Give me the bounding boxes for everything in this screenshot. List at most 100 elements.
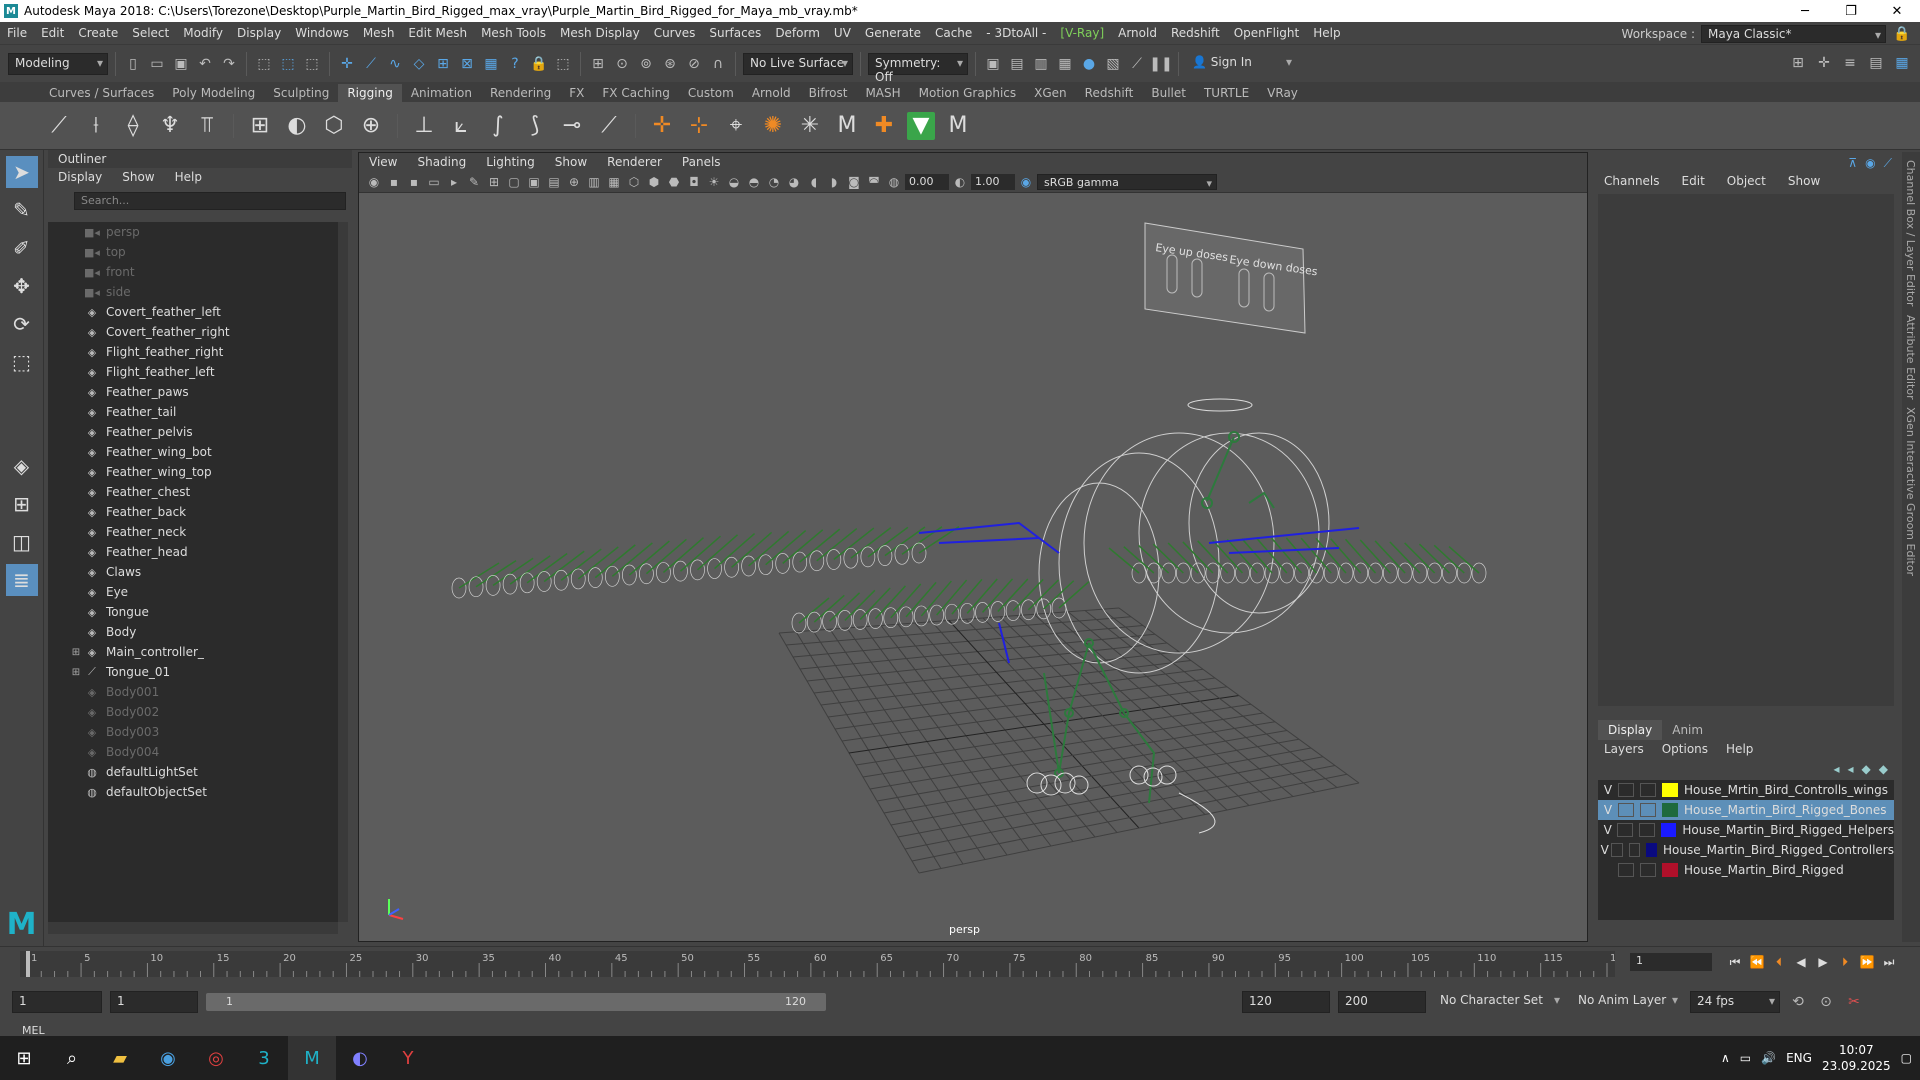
tray-arrow-icon[interactable]: ∧ bbox=[1721, 1051, 1730, 1065]
display-layer-row[interactable]: House_Martin_Bird_Rigged bbox=[1598, 860, 1894, 880]
outliner-item[interactable]: ■◂ front bbox=[48, 262, 338, 282]
layer-visibility-toggle[interactable]: V bbox=[1598, 843, 1611, 857]
chrome-icon[interactable]: ◎ bbox=[192, 1036, 240, 1080]
viewport-menu-renderer[interactable]: Renderer bbox=[607, 155, 662, 169]
channel-box-area[interactable] bbox=[1598, 194, 1894, 706]
surface-mask-icon[interactable]: ◇ bbox=[409, 54, 429, 74]
menu-item-mesh[interactable]: Mesh bbox=[356, 26, 402, 40]
new-empty-layer-icon[interactable]: ◆ bbox=[1862, 762, 1871, 776]
outliner-item[interactable]: ◈ Body003 bbox=[48, 722, 338, 742]
menu-item-arnold[interactable]: Arnold bbox=[1111, 26, 1164, 40]
viewport-menu-show[interactable]: Show bbox=[555, 155, 587, 169]
network-icon[interactable]: ▭ bbox=[1740, 1051, 1751, 1065]
resolution-gate-icon[interactable]: ▣ bbox=[525, 173, 543, 191]
locator-icon[interactable]: ✛ bbox=[648, 112, 676, 140]
menu-item-deform[interactable]: Deform bbox=[768, 26, 827, 40]
pause-icon[interactable]: ❚❚ bbox=[1149, 54, 1172, 74]
outliner-horizontal-scrollbar[interactable] bbox=[48, 922, 338, 934]
render-sequence-icon[interactable]: ▤ bbox=[1007, 54, 1027, 74]
rig-tool-icon[interactable]: ▼ bbox=[907, 111, 935, 140]
orient-constraint-icon[interactable]: ✺ bbox=[759, 112, 787, 140]
menu-item-create[interactable]: Create bbox=[71, 26, 125, 40]
render-frame-icon[interactable]: ▣ bbox=[983, 54, 1003, 74]
snap-surface-icon[interactable]: ⊘ bbox=[684, 54, 704, 74]
film-gate-icon[interactable]: ▢ bbox=[505, 173, 523, 191]
current-frame-field[interactable]: 1 bbox=[1630, 953, 1712, 971]
layer-display-type-toggle[interactable] bbox=[1640, 783, 1656, 797]
step-back-key-icon[interactable]: ⏴ bbox=[1770, 955, 1788, 970]
point-constraint-icon[interactable]: ⌖ bbox=[722, 112, 750, 140]
step-forward-key-icon[interactable]: ⏵ bbox=[1836, 955, 1854, 970]
rotate-tool-icon[interactable]: ⟳ bbox=[6, 308, 38, 340]
menu-item-edit-mesh[interactable]: Edit Mesh bbox=[401, 26, 474, 40]
wire-icon[interactable]: ⊕ bbox=[357, 112, 385, 140]
bookmarks-icon[interactable]: ▪ bbox=[405, 173, 423, 191]
lasso-tool-icon[interactable]: ✎ bbox=[6, 194, 38, 226]
layer-menu-help[interactable]: Help bbox=[1726, 742, 1753, 756]
shelf-tab-bullet[interactable]: Bullet bbox=[1142, 84, 1195, 102]
outliner-item[interactable]: ■◂ persp bbox=[48, 222, 338, 242]
channel-box-mode-icon[interactable]: ⊼ bbox=[1848, 156, 1857, 171]
layer-color-swatch[interactable] bbox=[1662, 803, 1678, 817]
volume-icon[interactable]: 🔊 bbox=[1761, 1051, 1776, 1065]
layer-color-swatch[interactable] bbox=[1662, 863, 1678, 877]
blend-shape-icon[interactable]: ⊸ bbox=[558, 112, 586, 140]
ipr-render-icon[interactable]: ▥ bbox=[1031, 54, 1051, 74]
menu-item-surfaces[interactable]: Surfaces bbox=[702, 26, 768, 40]
search-icon[interactable]: ⌕ bbox=[48, 1036, 96, 1080]
yandex-browser-icon[interactable]: Y bbox=[384, 1036, 432, 1080]
menu-item-curves[interactable]: Curves bbox=[647, 26, 703, 40]
snap-point-icon[interactable]: ⊚ bbox=[636, 54, 656, 74]
exposure-field[interactable]: 0.00 bbox=[905, 173, 949, 190]
clock[interactable]: 10:07 23.09.2025 bbox=[1822, 1042, 1891, 1074]
menu-item-redshift[interactable]: Redshift bbox=[1164, 26, 1227, 40]
anti-aliasing-icon[interactable]: ◕ bbox=[785, 173, 803, 191]
outliner-item[interactable]: ◈ Body001 bbox=[48, 682, 338, 702]
snap-magnet-icon[interactable]: ∩ bbox=[708, 54, 728, 74]
sign-in-button[interactable]: 👤 Sign In bbox=[1186, 52, 1296, 75]
outliner-item[interactable]: ◈ Body bbox=[48, 622, 338, 642]
restore-icon[interactable]: ❐ bbox=[1828, 0, 1874, 22]
select-camera-icon[interactable]: ◉ bbox=[365, 173, 383, 191]
layer-visibility-toggle[interactable]: V bbox=[1598, 783, 1618, 797]
ik-handle-icon[interactable]: ⟀ bbox=[447, 112, 475, 140]
menu-item-3dtoall[interactable]: - 3DtoAll - bbox=[979, 26, 1053, 40]
snap-curve-icon[interactable]: ⊙ bbox=[612, 54, 632, 74]
outliner-layout-icon[interactable]: ≣ bbox=[5, 564, 38, 596]
menu-item-modify[interactable]: Modify bbox=[176, 26, 230, 40]
outliner-item[interactable]: ◈ Flight_feather_left bbox=[48, 362, 338, 382]
wireframe-on-shaded-icon[interactable]: ⬣ bbox=[665, 173, 683, 191]
shelf-tab-animation[interactable]: Animation bbox=[402, 84, 481, 102]
smooth-shade-icon[interactable]: ⬢ bbox=[645, 173, 663, 191]
parent-constraint-icon[interactable]: ⊹ bbox=[685, 112, 713, 140]
outliner-vertical-scrollbar[interactable] bbox=[338, 222, 348, 922]
display-layer-row[interactable]: V House_Martin_Bird_Rigged_Helpers bbox=[1598, 820, 1894, 840]
viewport-menu-panels[interactable]: Panels bbox=[682, 155, 721, 169]
symmetry-dropdown[interactable]: Symmetry: Off bbox=[868, 52, 968, 84]
outliner-item[interactable]: ■◂ top bbox=[48, 242, 338, 262]
shadows-icon[interactable]: ◒ bbox=[725, 173, 743, 191]
snap-grid-icon[interactable]: ⊞ bbox=[588, 54, 608, 74]
four-view-layout-icon[interactable]: ⊞ bbox=[6, 488, 38, 520]
select-tool-icon[interactable]: ➤ bbox=[5, 156, 38, 188]
menu-item-windows[interactable]: Windows bbox=[288, 26, 356, 40]
select-by-component-icon[interactable]: ⬚ bbox=[302, 54, 322, 74]
pose-icon[interactable]: ⟋ bbox=[595, 112, 623, 140]
menu-item-v-ray[interactable]: [V-Ray] bbox=[1053, 26, 1111, 40]
menu-item-openflight[interactable]: OpenFlight bbox=[1227, 26, 1307, 40]
character-set-dropdown[interactable]: No Character Set bbox=[1434, 991, 1564, 1013]
render-view-icon[interactable]: ▧ bbox=[1103, 54, 1123, 74]
color-management-icon[interactable]: ◉ bbox=[1017, 173, 1035, 191]
insert-joint-icon[interactable]: ⟊ bbox=[82, 112, 110, 140]
loop-icon[interactable]: ⟲ bbox=[1788, 992, 1808, 1012]
step-back-icon[interactable]: ⏪ bbox=[1748, 955, 1766, 969]
shelf-tab-xgen[interactable]: XGen bbox=[1025, 84, 1076, 102]
wrap-icon[interactable]: ◐ bbox=[283, 112, 311, 140]
shelf-tab-turtle[interactable]: TURTLE bbox=[1195, 84, 1258, 102]
outliner-item[interactable]: ◈ Body002 bbox=[48, 702, 338, 722]
camera-attributes-icon[interactable]: ▪ bbox=[385, 173, 403, 191]
command-line[interactable]: MEL bbox=[0, 1024, 1920, 1037]
view-transform-dropdown[interactable]: sRGB gamma bbox=[1037, 173, 1217, 190]
menu-item-help[interactable]: Help bbox=[1306, 26, 1347, 40]
outliner-menu-display[interactable]: Display bbox=[58, 170, 102, 186]
